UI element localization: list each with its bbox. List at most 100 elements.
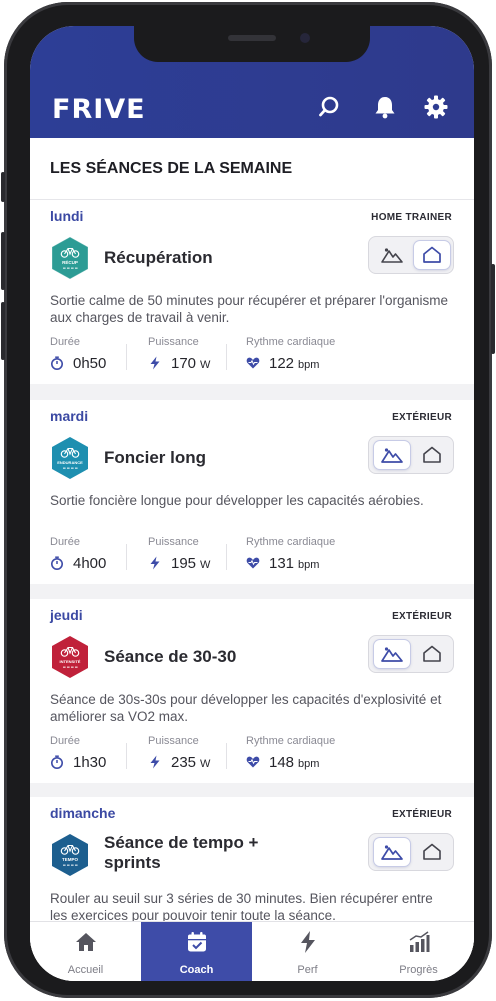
- duration-text: 0h50: [73, 355, 107, 372]
- session-card-0[interactable]: lundi HOME TRAINER RÉCUP Récupération So…: [30, 200, 474, 384]
- tab-coach[interactable]: Coach: [141, 922, 252, 981]
- app-logo: FRIVE: [52, 94, 146, 125]
- tab-label: Progrès: [399, 964, 438, 976]
- heart-rate-label: Rythme cardiaque: [246, 536, 336, 548]
- badge-label: TEMPO: [62, 857, 79, 862]
- heart-rate-unit: bpm: [298, 758, 320, 770]
- tab-progres[interactable]: Progrès: [363, 922, 474, 981]
- heart-rate-label: Rythme cardiaque: [246, 735, 336, 747]
- bottom-tab-bar: Accueil Coach Perf Progrès: [30, 921, 474, 981]
- heart-rate-label: Rythme cardiaque: [246, 336, 336, 348]
- heart-pulse-icon: [246, 756, 260, 768]
- duration-text: 1h30: [73, 754, 107, 771]
- screen: FRIVE LES SÉANCES DE LA SEMAINE lundi HO…: [30, 26, 474, 981]
- bell-icon[interactable]: [372, 94, 398, 120]
- heart-pulse-icon: [246, 557, 260, 569]
- power-unit: W: [200, 758, 211, 770]
- gear-icon[interactable]: [423, 94, 449, 120]
- heart-rate-value: 131 bpm: [246, 554, 319, 572]
- recovery-badge-icon: RÉCUP: [51, 236, 89, 280]
- mute-switch: [1, 172, 5, 202]
- tab-accueil[interactable]: Accueil: [30, 922, 141, 981]
- front-camera: [300, 33, 310, 43]
- house-icon: [423, 446, 441, 463]
- session-description: Rouler au seuil sur 3 séries de 30 minut…: [50, 891, 433, 923]
- power-value: 170 W: [148, 354, 210, 372]
- mountain-icon: [381, 647, 403, 662]
- duration-label: Durée: [50, 735, 80, 747]
- session-day: mardi: [50, 408, 89, 424]
- intensity-badge-icon: INTENSITÉ: [52, 636, 88, 678]
- house-icon: [423, 843, 441, 860]
- session-description: Séance de 30s-30s pour développer les ca…: [50, 692, 442, 724]
- endurance-badge-icon: ENDURANCE: [52, 437, 88, 479]
- badge-label: RÉCUP: [62, 258, 78, 265]
- badge-label: ENDURANCE: [57, 460, 83, 465]
- power-label: Puissance: [148, 735, 199, 747]
- divider: [226, 544, 227, 570]
- mode-toggle: [368, 833, 454, 871]
- session-day: jeudi: [50, 607, 83, 623]
- mode-toggle: [368, 635, 454, 673]
- tab-label: Perf: [297, 964, 318, 976]
- indoor-mode-button[interactable]: [414, 441, 450, 469]
- heart-pulse-icon: [246, 357, 260, 369]
- duration-value: 1h30: [50, 753, 106, 771]
- duration-value: 0h50: [50, 354, 106, 372]
- power-button: [491, 264, 495, 354]
- divider: [126, 743, 127, 769]
- divider: [226, 344, 227, 370]
- power-text: 195: [171, 555, 197, 572]
- outdoor-mode-button[interactable]: [374, 241, 410, 269]
- heart-rate-value: 122 bpm: [246, 354, 319, 372]
- lightning-icon: [301, 931, 315, 953]
- session-description: Sortie calme de 50 minutes pour récupére…: [50, 293, 449, 325]
- week-sessions-header: LES SÉANCES DE LA SEMAINE: [30, 138, 474, 200]
- indoor-mode-button[interactable]: [414, 838, 450, 866]
- indoor-mode-button[interactable]: [414, 640, 450, 668]
- mountain-icon: [381, 448, 403, 463]
- section-title: LES SÉANCES DE LA SEMAINE: [50, 160, 293, 177]
- session-title: Récupération: [104, 248, 213, 267]
- power-label: Puissance: [148, 336, 199, 348]
- power-value: 195 W: [148, 554, 210, 572]
- indoor-mode-button[interactable]: [414, 241, 450, 269]
- session-card-2[interactable]: jeudi EXTÉRIEUR INTENSITÉ Séance de 30-3…: [30, 599, 474, 783]
- session-day: dimanche: [50, 805, 116, 821]
- divider: [226, 743, 227, 769]
- tab-label: Coach: [179, 964, 214, 976]
- tab-label: Accueil: [67, 964, 104, 976]
- divider: [126, 344, 127, 370]
- volume-up-button: [1, 232, 5, 290]
- heart-rate-value: 148 bpm: [246, 753, 319, 771]
- lightning-icon: [150, 356, 160, 370]
- search-icon[interactable]: [318, 94, 344, 120]
- tab-perf[interactable]: Perf: [252, 922, 363, 981]
- session-title: Foncier long: [104, 448, 206, 467]
- session-environment: EXTÉRIEUR: [392, 809, 452, 820]
- lightning-icon: [150, 556, 160, 570]
- lightning-icon: [150, 755, 160, 769]
- house-icon: [423, 246, 441, 263]
- session-description: Sortie foncière longue pour développer l…: [50, 493, 424, 508]
- session-environment: EXTÉRIEUR: [392, 611, 452, 622]
- outdoor-mode-button[interactable]: [374, 441, 410, 469]
- volume-down-button: [1, 302, 5, 360]
- power-unit: W: [200, 359, 211, 371]
- duration-value: 4h00: [50, 554, 106, 572]
- power-text: 170: [171, 355, 197, 372]
- power-text: 235: [171, 754, 197, 771]
- power-unit: W: [200, 559, 211, 571]
- outdoor-mode-button[interactable]: [374, 640, 410, 668]
- heart-rate-text: 131: [269, 555, 295, 572]
- power-value: 235 W: [148, 753, 210, 771]
- outdoor-mode-button[interactable]: [374, 838, 410, 866]
- mode-toggle: [368, 436, 454, 474]
- stopwatch-icon: [51, 356, 63, 370]
- speaker: [228, 35, 276, 41]
- power-label: Puissance: [148, 536, 199, 548]
- divider: [126, 544, 127, 570]
- session-card-1[interactable]: mardi EXTÉRIEUR ENDURANCE Foncier long S…: [30, 400, 474, 584]
- session-title: Séance de tempo + sprints: [104, 833, 259, 872]
- duration-text: 4h00: [73, 555, 107, 572]
